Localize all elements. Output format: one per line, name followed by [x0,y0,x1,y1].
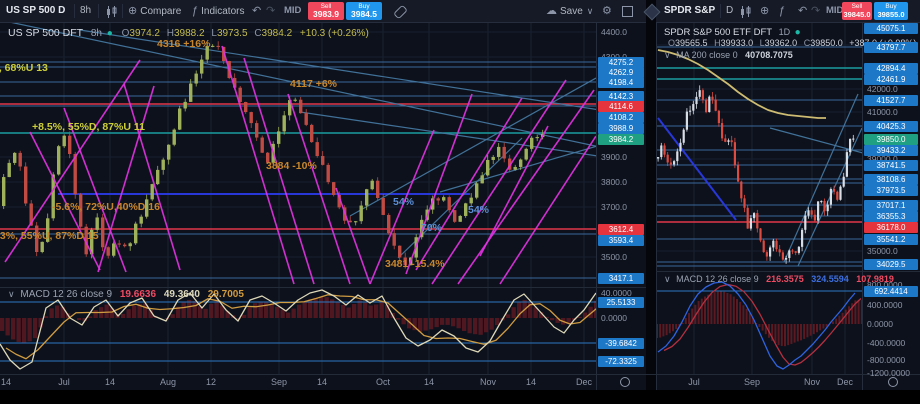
ma-title: MA 200 close 0 [676,50,738,60]
macd-legend-left[interactable]: ∨ MACD 12 26 close 9 19.6636 49.3640 29.… [8,289,244,300]
status-dot-icon: ● [795,27,801,38]
buy-price: 39855.0 [877,10,904,19]
macd-title: MACD 12 26 close 9 [20,289,112,300]
status-dot-icon: ● [107,28,113,39]
pane-separator-left[interactable] [0,287,646,288]
interval-button-right[interactable]: D [726,0,733,22]
macd-signal-value: 107.9819 [856,274,894,284]
cloud-icon: ☁ [546,5,557,17]
clock-icon[interactable] [888,377,898,387]
link-icon[interactable] [393,5,408,20]
undo-button-right[interactable]: ↶ [798,0,810,22]
chart-canvas-right[interactable] [656,22,862,374]
macd-line-value: 49.3640 [164,289,200,300]
high-value: 3988.2 [174,28,205,39]
mid-label-right: MID [826,0,843,22]
candle-style-icon-right[interactable] [740,5,752,23]
panel-divider[interactable] [646,0,656,390]
undo-button[interactable]: ↶ [252,0,264,22]
macd-title: MACD 12 26 close 9 [676,274,759,284]
change-value: +387.0 (+0.98%) [849,38,916,48]
axis-separator-left [596,22,597,390]
price-axis-left[interactable] [596,22,646,374]
redo-icon: ↷ [266,5,275,17]
panel-border-right [656,22,657,390]
time-axis-right[interactable] [656,374,920,390]
fullscreen-icon[interactable] [622,6,633,17]
chevron-down-icon: ∨ [664,274,671,284]
compare-button-right[interactable]: ⊕ [760,0,772,22]
change-value: +10.3 (+0.26%) [300,28,369,39]
price-axis-right[interactable] [862,22,920,374]
chevron-down-icon: ∨ [587,6,594,16]
time-axis-left[interactable] [0,374,646,390]
macd-hist-value: 216.3575 [766,274,804,284]
low-value: 39362.0 [765,38,798,48]
undo-icon: ↶ [252,5,261,17]
settings-button[interactable]: ⚙ [602,0,615,22]
sell-price: 39845.0 [843,10,870,19]
interval-label: 1D [779,27,791,37]
buy-button-right[interactable]: Buy 39855.0 [874,2,908,20]
gear-icon: ⚙ [602,5,612,17]
compare-plus-icon: ⊕ [760,5,769,17]
sell-button-left[interactable]: Sell 3983.9 [308,2,344,20]
sell-button-right[interactable]: Sell 39845.0 [842,2,872,20]
close-value: 39850.0 [810,38,843,48]
legend-right[interactable]: SPDR S&P 500 ETF DFT 1D ● O39565.5 H3993… [664,27,916,48]
open-value: 3974.2 [129,28,160,39]
compare-plus-icon: ⊕ [128,5,137,17]
indicators-button[interactable]: ƒIndicators [192,0,244,22]
symbol-button-right[interactable]: SPDR S&P 5 [664,0,716,22]
macd-line-value: 324.5594 [811,274,849,284]
pane-separator-right[interactable] [656,271,920,272]
redo-button-right[interactable]: ↷ [811,0,823,22]
trading-terminal: US SP 500 D 8h ⊕Compare ƒIndicators ↶ ↷ … [0,0,920,404]
axis-separator-right [862,22,863,390]
indicators-button-right[interactable]: ƒ [779,0,788,22]
low-value: 3973.5 [217,28,248,39]
redo-button[interactable]: ↷ [266,0,278,22]
candle-style-icon[interactable] [106,5,118,23]
bottom-strip [0,390,920,404]
symbol-title: US SP 500 DFT [8,27,83,39]
buy-button-left[interactable]: Buy 3984.5 [346,2,382,20]
mid-label-left: MID [284,0,301,22]
macd-signal-value: 29.7005 [208,289,244,300]
sell-price: 3983.9 [313,10,339,19]
time-axis-separator [0,374,920,375]
undo-icon: ↶ [798,5,807,17]
close-value: 3984.2 [262,28,293,39]
save-button[interactable]: ☁Save∨ [546,0,596,22]
interval-button-left[interactable]: 8h [80,0,91,22]
top-toolbar: US SP 500 D 8h ⊕Compare ƒIndicators ↶ ↷ … [0,0,920,23]
sell-label: Sell [852,3,863,10]
indicators-fx-icon: ƒ [779,5,785,17]
chevron-down-icon: ∨ [8,289,15,299]
ma-legend[interactable]: ∨ MA 200 close 0 40708.7075 [664,50,793,61]
buy-label: Buy [885,3,896,10]
macd-legend-right[interactable]: ∨ MACD 12 26 close 9 216.3575 324.5594 1… [664,274,894,285]
chevron-down-icon: ∨ [664,50,671,60]
open-value: 39565.5 [675,38,708,48]
symbol-title: SPDR S&P 500 ETF DFT [664,27,772,38]
ma-value: 40708.7075 [745,50,793,60]
legend-left[interactable]: US SP 500 DFT 8h ● O3974.2 H3988.2 L3973… [8,27,369,39]
interval-label: 8h [91,28,102,39]
indicators-fx-icon: ƒ [192,5,198,17]
clock-icon[interactable] [620,377,630,387]
compare-button[interactable]: ⊕Compare [128,0,181,22]
chart-canvas-left[interactable] [0,22,596,374]
macd-hist-value: 19.6636 [120,289,156,300]
symbol-button-left[interactable]: US SP 500 D [6,0,65,22]
high-value: 39933.0 [721,38,754,48]
redo-icon: ↷ [811,5,820,17]
buy-price: 3984.5 [351,10,377,19]
